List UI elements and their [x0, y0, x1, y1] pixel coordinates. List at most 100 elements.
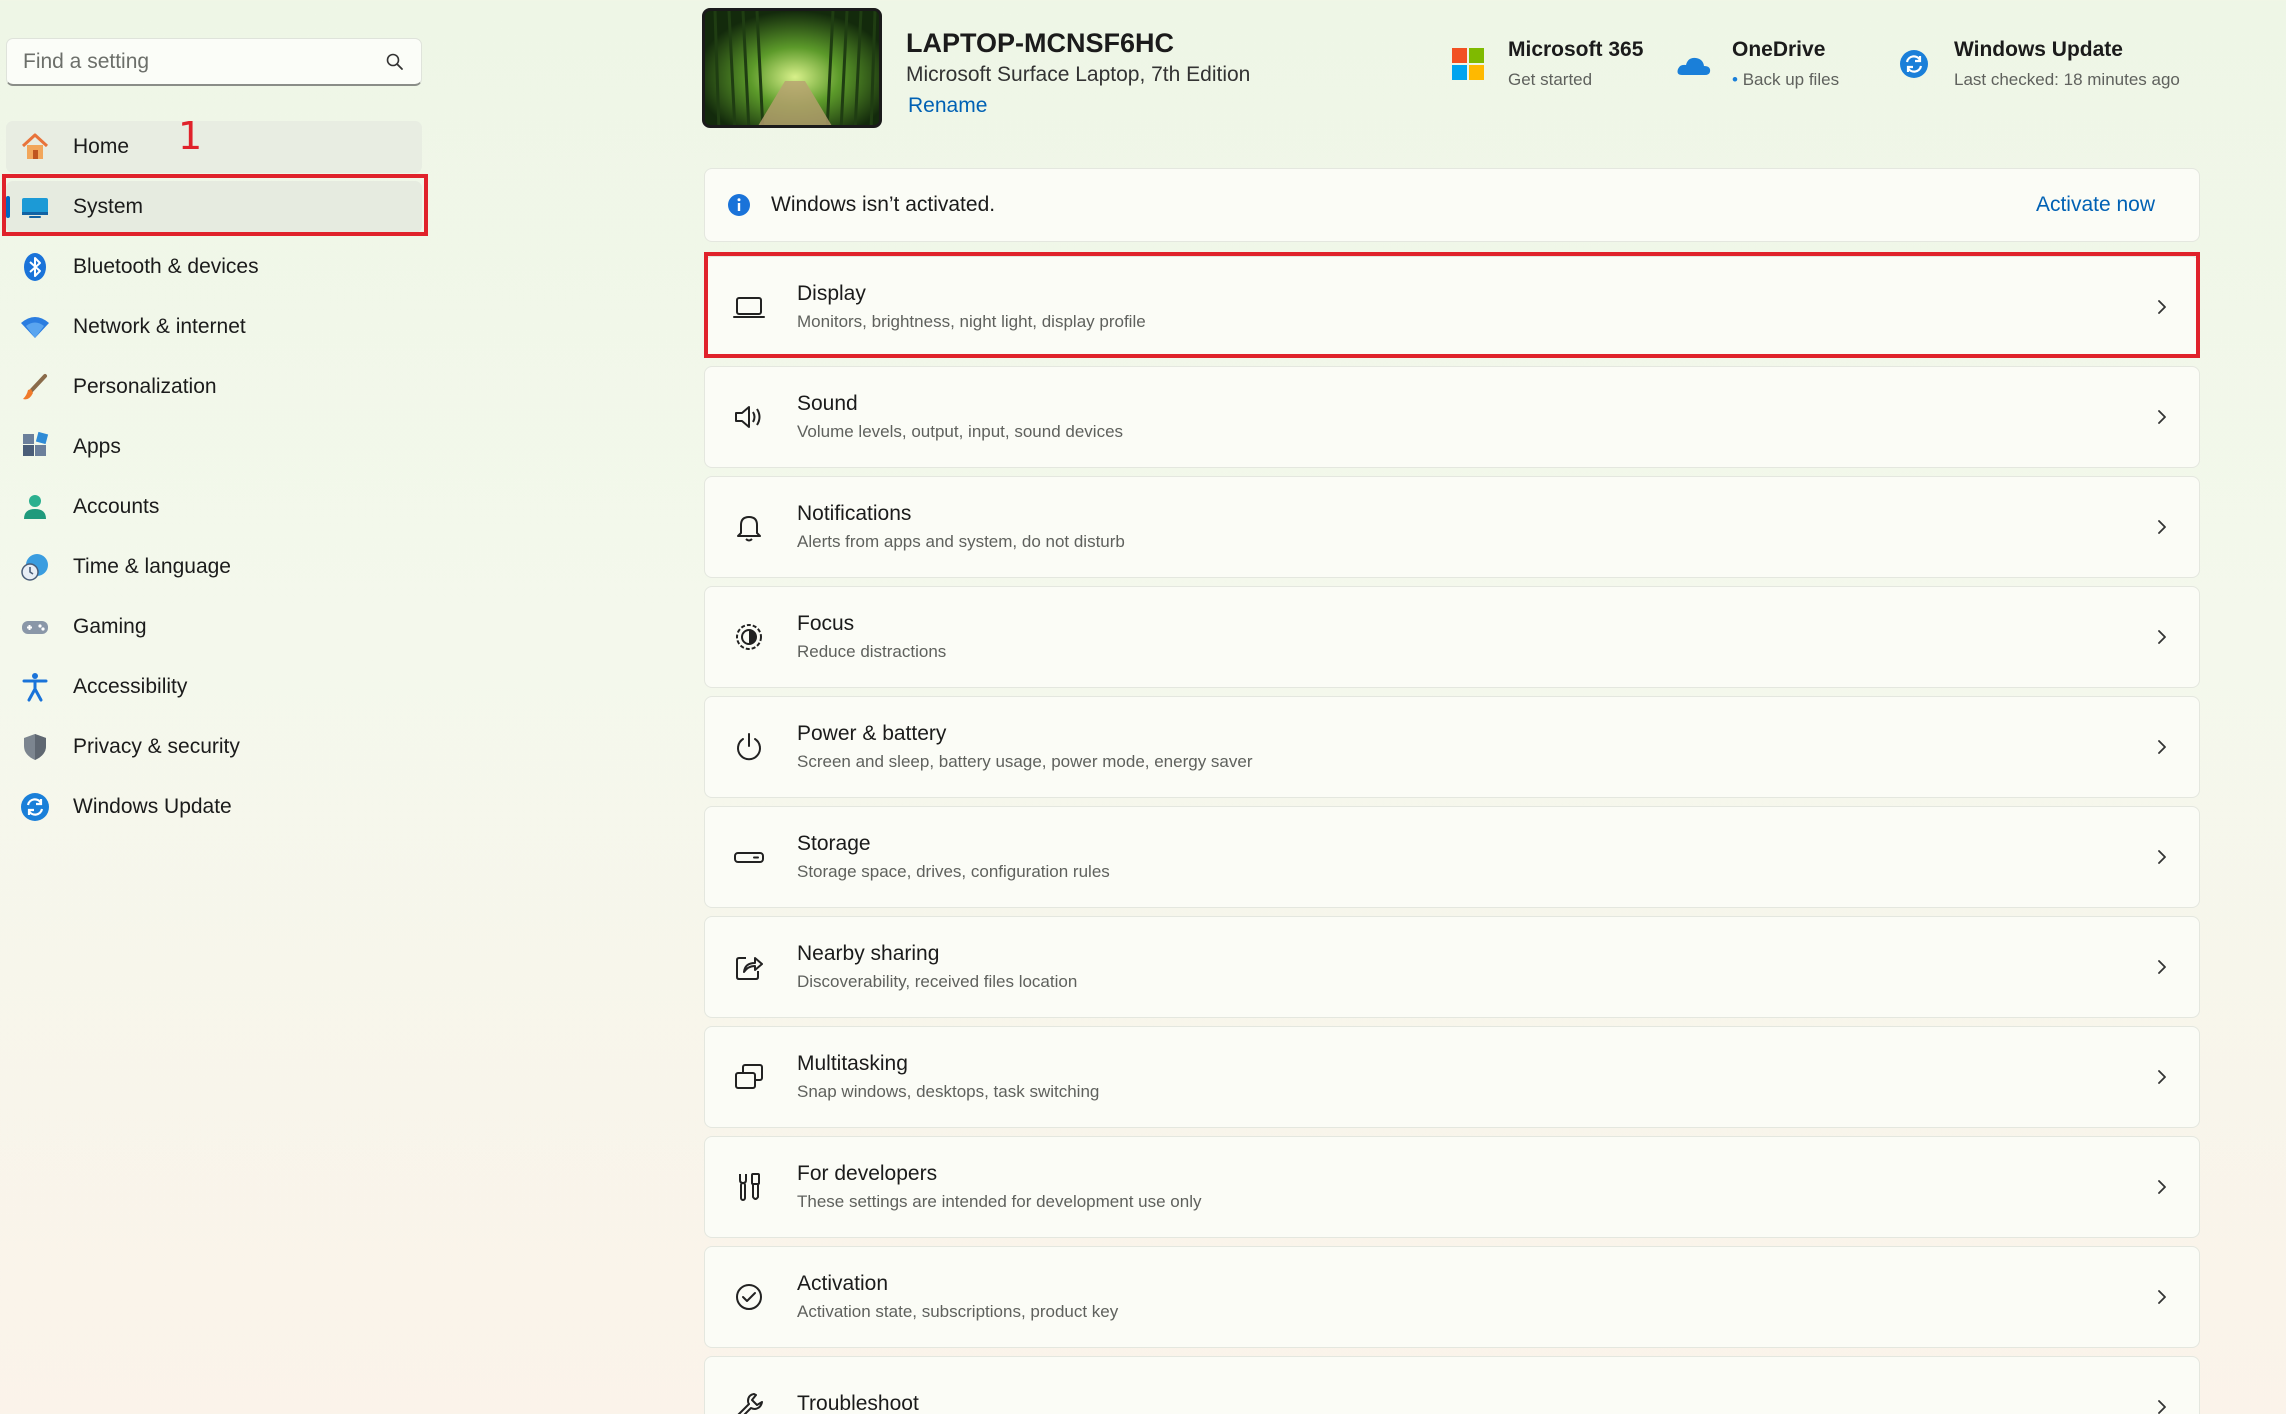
- settings-row-troubleshoot[interactable]: Troubleshoot: [704, 1356, 2200, 1414]
- settings-row-activation[interactable]: Activation Activation state, subscription…: [704, 1246, 2200, 1348]
- setting-title: Notifications: [797, 502, 912, 525]
- setting-title: Focus: [797, 612, 855, 635]
- settings-row-notifications[interactable]: Notifications Alerts from apps and system…: [704, 476, 2200, 578]
- setting-subtitle: Activation state, subscriptions, product…: [797, 1302, 1119, 1321]
- sidebar-item-label: Windows Update: [73, 795, 232, 818]
- setting-title: For developers: [797, 1162, 938, 1185]
- sidebar-item-privacy-security[interactable]: Privacy & security: [6, 721, 422, 773]
- game-controller-icon: [18, 610, 52, 644]
- info-icon: [727, 193, 751, 217]
- sidebar-item-label: Bluetooth & devices: [73, 255, 259, 278]
- bell-icon: [729, 507, 769, 547]
- onedrive-tile[interactable]: OneDrive • Back up files: [1676, 38, 1839, 98]
- focus-icon: [729, 617, 769, 657]
- bluetooth-icon: [18, 250, 52, 284]
- device-wallpaper-thumbnail: [702, 8, 882, 128]
- setting-title: Power & battery: [797, 722, 947, 745]
- sidebar-item-accounts[interactable]: Accounts: [6, 481, 422, 533]
- monitor-icon: [18, 190, 52, 224]
- chevron-right-icon: [2153, 1068, 2171, 1086]
- activate-now-link[interactable]: Activate now: [2036, 193, 2155, 217]
- accessibility-icon: [18, 670, 52, 704]
- sidebar-item-windows-update[interactable]: Windows Update: [6, 781, 422, 833]
- check-circle-icon: [729, 1277, 769, 1317]
- paintbrush-icon: [18, 370, 52, 404]
- microsoft-logo-icon: [1452, 48, 1488, 84]
- sidebar-item-label: Accessibility: [73, 675, 188, 698]
- activation-banner: Windows isn’t activated. Activate now: [704, 168, 2200, 242]
- banner-message: Windows isn’t activated.: [771, 193, 996, 216]
- sidebar-item-home[interactable]: Home: [6, 121, 422, 173]
- update-icon: [18, 790, 52, 824]
- sidebar-item-label: Gaming: [73, 615, 147, 638]
- chevron-right-icon: [2153, 1178, 2171, 1196]
- setting-subtitle: These settings are intended for developm…: [797, 1192, 1202, 1211]
- sidebar-item-time-language[interactable]: Time & language: [6, 541, 422, 593]
- setting-subtitle: Volume levels, output, input, sound devi…: [797, 422, 1124, 441]
- shield-icon: [18, 730, 52, 764]
- home-icon: [18, 130, 52, 164]
- sidebar-item-label: Personalization: [73, 375, 217, 398]
- settings-row-multitasking[interactable]: Multitasking Snap windows, desktops, task…: [704, 1026, 2200, 1128]
- search-icon: [385, 52, 405, 72]
- device-name: LAPTOP-MCNSF6HC: [906, 28, 1175, 58]
- globe-clock-icon: [18, 550, 52, 584]
- settings-row-for-developers[interactable]: For developers These settings are intende…: [704, 1136, 2200, 1238]
- chevron-right-icon: [2153, 518, 2171, 536]
- chevron-right-icon: [2153, 848, 2171, 866]
- sidebar-item-apps[interactable]: Apps: [6, 421, 422, 473]
- microsoft-365-tile[interactable]: Microsoft 365 Get started: [1452, 38, 1643, 98]
- sidebar-item-accessibility[interactable]: Accessibility: [6, 661, 422, 713]
- sidebar-item-label: Network & internet: [73, 315, 246, 338]
- selection-indicator: [6, 196, 10, 218]
- setting-title: Display: [797, 282, 866, 305]
- sidebar-item-label: Time & language: [73, 555, 231, 578]
- tile-subtitle: • Back up files: [1732, 70, 1840, 89]
- sidebar-item-system[interactable]: System: [6, 181, 422, 233]
- setting-title: Troubleshoot: [797, 1392, 919, 1414]
- tile-subtitle: Get started: [1508, 70, 1593, 89]
- setting-subtitle: Monitors, brightness, night light, displ…: [797, 312, 1146, 331]
- annotation-marker-1: 1: [178, 114, 203, 158]
- developer-tools-icon: [729, 1167, 769, 1207]
- settings-row-focus[interactable]: Focus Reduce distractions: [704, 586, 2200, 688]
- setting-title: Storage: [797, 832, 871, 855]
- sidebar-item-network-internet[interactable]: Network & internet: [6, 301, 422, 353]
- chevron-right-icon: [2153, 738, 2171, 756]
- chevron-right-icon: [2153, 1288, 2171, 1306]
- setting-title: Multitasking: [797, 1052, 908, 1075]
- setting-subtitle: Snap windows, desktops, task switching: [797, 1082, 1100, 1101]
- settings-row-nearby-sharing[interactable]: Nearby sharing Discoverability, received …: [704, 916, 2200, 1018]
- tile-title: Windows Update: [1954, 38, 2123, 61]
- settings-row-power-battery[interactable]: Power & battery Screen and sleep, battery…: [704, 696, 2200, 798]
- settings-row-sound[interactable]: Sound Volume levels, output, input, sound…: [704, 366, 2200, 468]
- tile-subtitle: Last checked: 18 minutes ago: [1954, 70, 2180, 89]
- update-icon: [1898, 48, 1934, 84]
- storage-icon: [729, 837, 769, 877]
- setting-subtitle: Screen and sleep, battery usage, power m…: [797, 752, 1253, 771]
- setting-subtitle: Alerts from apps and system, do not dist…: [797, 532, 1125, 551]
- setting-title: Sound: [797, 392, 858, 415]
- person-icon: [18, 490, 52, 524]
- sidebar-item-label: Privacy & security: [73, 735, 240, 758]
- chevron-right-icon: [2153, 628, 2171, 646]
- sidebar-item-bluetooth-devices[interactable]: Bluetooth & devices: [6, 241, 422, 293]
- sidebar-item-label: Accounts: [73, 495, 160, 518]
- rename-link[interactable]: Rename: [908, 94, 987, 118]
- settings-row-display[interactable]: Display Monitors, brightness, night light…: [704, 256, 2200, 358]
- cloud-icon: [1676, 48, 1712, 84]
- windows-update-tile[interactable]: Windows Update Last checked: 18 minutes …: [1898, 38, 2180, 98]
- share-icon: [729, 947, 769, 987]
- setting-title: Activation: [797, 1272, 889, 1295]
- tile-title: OneDrive: [1732, 38, 1826, 61]
- sidebar-item-gaming[interactable]: Gaming: [6, 601, 422, 653]
- sidebar-nav: Find a setting Home System Bluetooth & d…: [0, 0, 430, 1414]
- display-icon: [729, 287, 769, 327]
- settings-row-storage[interactable]: Storage Storage space, drives, configurat…: [704, 806, 2200, 908]
- setting-title: Nearby sharing: [797, 942, 940, 965]
- tile-title: Microsoft 365: [1508, 38, 1644, 61]
- sidebar-item-label: Home: [73, 135, 130, 158]
- search-input[interactable]: Find a setting: [6, 38, 422, 86]
- apps-icon: [18, 430, 52, 464]
- sidebar-item-personalization[interactable]: Personalization: [6, 361, 422, 413]
